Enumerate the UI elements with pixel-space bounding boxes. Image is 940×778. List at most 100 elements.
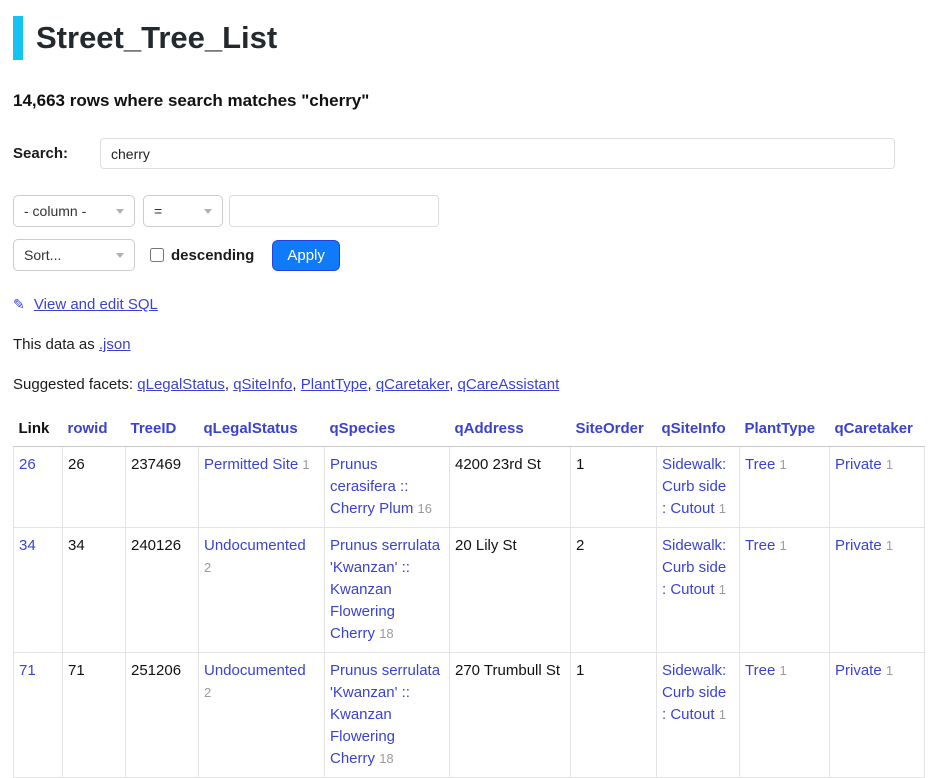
facet-count: 1: [779, 663, 786, 678]
filter-column-select[interactable]: - column -: [13, 195, 135, 227]
filter-row: - column - =: [13, 195, 925, 227]
cell-link[interactable]: Tree: [745, 537, 775, 554]
column-header-qsiteinfo: qSiteInfo: [657, 412, 740, 447]
cell-link[interactable]: 34: [19, 537, 36, 554]
column-sort-link-qspecies[interactable]: qSpecies: [330, 420, 396, 437]
table-header-row: Link rowid TreeID qLegalStatus qSpecies qAddr…: [14, 412, 925, 447]
sort-row: Sort... descending Apply: [13, 239, 925, 271]
row-count-summary: 14,663 rows where search matches "cherry…: [13, 91, 925, 111]
cell-siteorder: 1: [571, 447, 657, 528]
cell-link[interactable]: Undocumented: [204, 662, 306, 679]
facets-prefix: Suggested facets:: [13, 376, 133, 393]
facet-link-qcaretaker[interactable]: qCaretaker: [376, 376, 449, 393]
column-header-link: Link: [14, 412, 63, 447]
data-as-prefix: This data as: [13, 336, 95, 353]
column-header-qcaretaker: qCaretaker: [830, 412, 925, 447]
sort-select[interactable]: Sort...: [13, 239, 135, 271]
column-sort-link-qlegalstatus[interactable]: qLegalStatus: [204, 420, 298, 437]
facet-count: 2: [204, 685, 211, 700]
cell-link[interactable]: Permitted Site: [204, 456, 298, 473]
facet-count: 1: [779, 457, 786, 472]
column-sort-link-qcaretaker[interactable]: qCaretaker: [835, 420, 913, 437]
cell-treeid: 240126: [126, 528, 199, 653]
cell-link[interactable]: Sidewalk: Curb side : Cutout: [662, 662, 726, 723]
cell-treeid: 251206: [126, 653, 199, 778]
cell-link[interactable]: 26: [19, 456, 36, 473]
cell-link: 71: [14, 653, 63, 778]
cell-qcaretaker: Private 1: [830, 528, 925, 653]
cell-link[interactable]: Private: [835, 456, 882, 473]
cell-qspecies: Prunus cerasifera :: Cherry Plum 16: [325, 447, 450, 528]
cell-qsiteinfo: Sidewalk: Curb side : Cutout 1: [657, 528, 740, 653]
filter-column-value: - column -: [24, 203, 86, 219]
facet-link-qsiteinfo[interactable]: qSiteInfo: [233, 376, 292, 393]
chevron-down-icon: [116, 209, 124, 214]
cell-treeid: 237469: [126, 447, 199, 528]
cell-link[interactable]: Sidewalk: Curb side : Cutout: [662, 456, 726, 517]
apply-button[interactable]: Apply: [272, 240, 340, 271]
column-header-rowid: rowid: [63, 412, 126, 447]
cell-link[interactable]: Tree: [745, 456, 775, 473]
cell-siteorder: 2: [571, 528, 657, 653]
table-row: 3434240126Undocumented 2Prunus serrulata…: [14, 528, 925, 653]
facet-link-planttype[interactable]: PlantType: [301, 376, 368, 393]
cell-link[interactable]: Sidewalk: Curb side : Cutout: [662, 537, 726, 598]
table-row: 7171251206Undocumented 2Prunus serrulata…: [14, 653, 925, 778]
column-sort-link-treeid[interactable]: TreeID: [131, 420, 177, 437]
data-export-line: This data as .json: [13, 336, 925, 353]
chevron-down-icon: [116, 253, 124, 258]
cell-link: 26: [14, 447, 63, 528]
column-sort-link-qsiteinfo[interactable]: qSiteInfo: [662, 420, 726, 437]
filter-operator-value: =: [154, 203, 162, 219]
facet-count: 1: [886, 457, 893, 472]
cell-link[interactable]: Private: [835, 662, 882, 679]
cell-link[interactable]: Tree: [745, 662, 775, 679]
facet-count: 1: [886, 663, 893, 678]
column-sort-link-rowid[interactable]: rowid: [68, 420, 108, 437]
cell-siteorder: 1: [571, 653, 657, 778]
facet-count: 1: [719, 707, 726, 722]
results-table: Link rowid TreeID qLegalStatus qSpecies qAddr…: [13, 412, 925, 778]
column-sort-link-planttype[interactable]: PlantType: [745, 420, 816, 437]
facet-count: 18: [379, 626, 393, 641]
search-label: Search:: [13, 145, 100, 162]
cell-link[interactable]: 71: [19, 662, 36, 679]
json-export-link[interactable]: .json: [99, 336, 131, 353]
filter-value-input[interactable]: [229, 195, 439, 227]
facet-links: qLegalStatus, qSiteInfo, PlantType, qCar…: [137, 376, 559, 393]
cell-qspecies: Prunus serrulata 'Kwanzan' :: Kwanzan Fl…: [325, 653, 450, 778]
column-sort-link-qaddress[interactable]: qAddress: [455, 420, 524, 437]
facet-link-qlegalstatus[interactable]: qLegalStatus: [137, 376, 225, 393]
descending-checkbox[interactable]: [150, 248, 164, 262]
column-header-planttype: PlantType: [740, 412, 830, 447]
cell-link[interactable]: Private: [835, 537, 882, 554]
pencil-icon: ✎: [13, 296, 25, 312]
suggested-facets-line: Suggested facets: qLegalStatus, qSiteInf…: [13, 376, 925, 393]
cell-qaddress: 270 Trumbull St: [450, 653, 571, 778]
view-edit-sql-link[interactable]: View and edit SQL: [34, 296, 158, 313]
cell-rowid: 71: [63, 653, 126, 778]
cell-qaddress: 20 Lily St: [450, 528, 571, 653]
cell-rowid: 26: [63, 447, 126, 528]
cell-qcaretaker: Private 1: [830, 653, 925, 778]
column-header-treeid: TreeID: [126, 412, 199, 447]
column-sort-link-siteorder[interactable]: SiteOrder: [576, 420, 644, 437]
facet-count: 1: [719, 501, 726, 516]
cell-qsiteinfo: Sidewalk: Curb side : Cutout 1: [657, 653, 740, 778]
cell-link[interactable]: Undocumented: [204, 537, 306, 554]
facet-count: 1: [302, 457, 309, 472]
search-input[interactable]: [100, 138, 895, 169]
search-row: Search:: [13, 138, 925, 169]
facet-link-qcareassistant[interactable]: qCareAssistant: [458, 376, 560, 393]
cell-qlegalstatus: Permitted Site 1: [199, 447, 325, 528]
cell-link[interactable]: Prunus cerasifera :: Cherry Plum: [330, 456, 413, 517]
facet-count: 16: [418, 501, 432, 516]
filter-operator-select[interactable]: =: [143, 195, 223, 227]
page-title: Street_Tree_List: [36, 20, 277, 56]
cell-qsiteinfo: Sidewalk: Curb side : Cutout 1: [657, 447, 740, 528]
chevron-down-icon: [204, 209, 212, 214]
descending-label: descending: [171, 247, 254, 264]
facet-count: 1: [719, 582, 726, 597]
cell-qaddress: 4200 23rd St: [450, 447, 571, 528]
cell-planttype: Tree 1: [740, 528, 830, 653]
